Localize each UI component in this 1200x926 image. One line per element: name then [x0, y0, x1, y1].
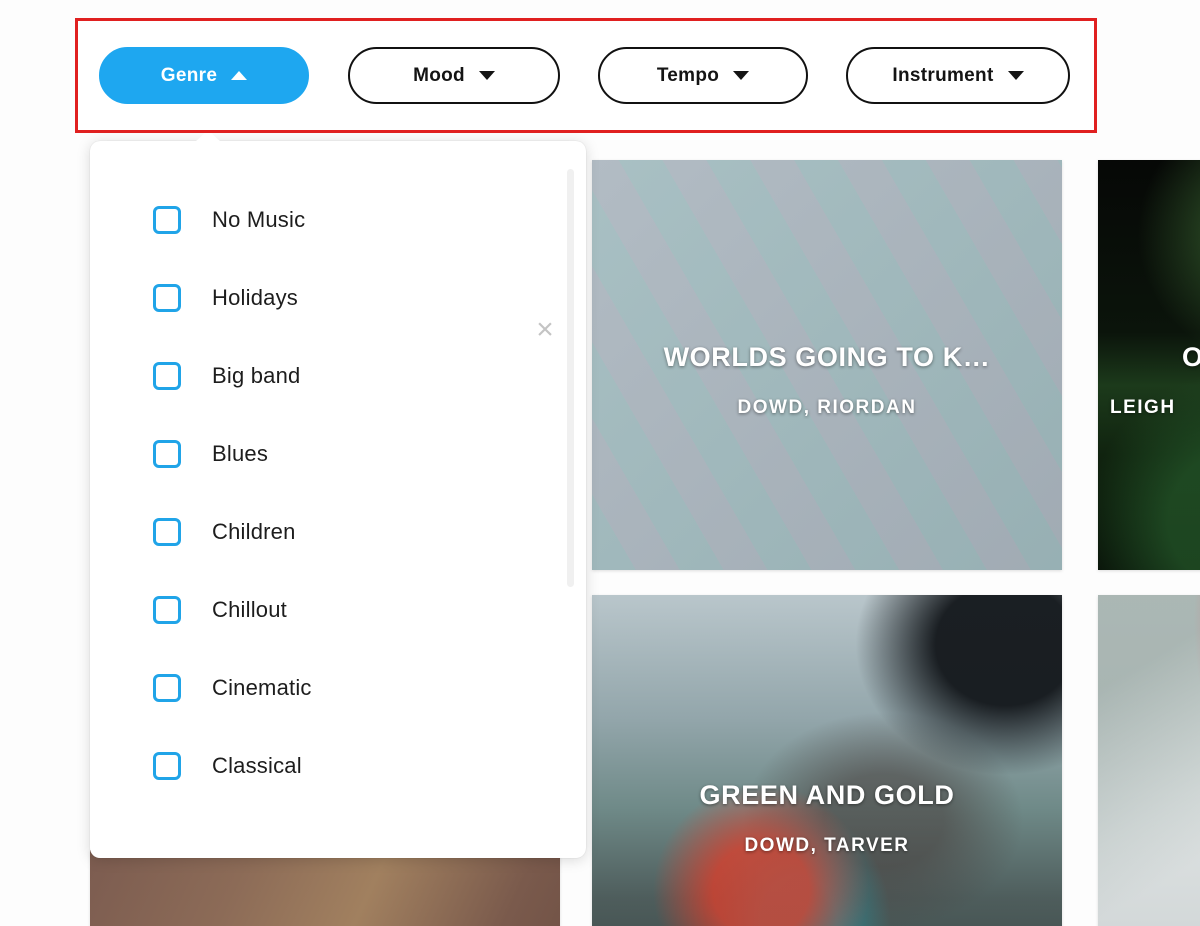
filter-button-label: Genre	[160, 64, 218, 86]
genre-option-classical[interactable]: Classical	[90, 727, 586, 805]
card-title: O	[1098, 342, 1200, 373]
option-label: Children	[212, 519, 296, 544]
checkbox-icon[interactable]	[153, 674, 181, 702]
filter-button-label: Tempo	[656, 64, 720, 86]
chevron-up-icon	[231, 71, 248, 80]
dropdown-scrollbar-thumb[interactable]	[567, 169, 574, 587]
card-caption: GREEN AND GOLD DOWD, TARVER	[592, 780, 1062, 857]
genre-option-no-music[interactable]: No Music	[90, 181, 586, 259]
genre-option-cinematic[interactable]: Cinematic	[90, 649, 586, 727]
option-label: Big band	[212, 363, 301, 388]
chevron-down-icon	[733, 71, 750, 80]
card-image	[90, 850, 560, 926]
checkbox-icon[interactable]	[153, 752, 181, 780]
filter-button-instrument[interactable]: Instrument	[846, 47, 1070, 104]
filter-bar: Genre Mood Tempo Instrument	[75, 18, 1097, 133]
genre-option-children[interactable]: Children	[90, 493, 586, 571]
option-label: No Music	[212, 207, 306, 232]
genre-option-chillout[interactable]: Chillout	[90, 571, 586, 649]
result-card[interactable]: GREEN AND GOLD DOWD, TARVER	[592, 595, 1062, 926]
card-artist: DOWD, RIORDAN	[737, 397, 917, 418]
checkbox-icon[interactable]	[153, 518, 181, 546]
filter-button-label: Instrument	[892, 64, 994, 86]
option-label: Blues	[212, 441, 269, 466]
dropdown-scrollbar[interactable]	[567, 163, 574, 840]
chevron-down-icon	[1007, 71, 1024, 80]
card-caption: WORLDS GOING TO K… DOWD, RIORDAN	[592, 342, 1062, 419]
checkbox-icon[interactable]	[153, 596, 181, 624]
option-label: Classical	[212, 753, 302, 778]
option-label: Cinematic	[212, 675, 312, 700]
checkbox-icon[interactable]	[153, 362, 181, 390]
card-title: WORLDS GOING TO K…	[663, 342, 991, 372]
card-artist: LEIGH	[1110, 397, 1176, 418]
result-card[interactable]: O LEIGH	[1098, 160, 1200, 570]
option-label: Chillout	[212, 597, 287, 622]
checkbox-icon[interactable]	[153, 440, 181, 468]
genre-option-holidays[interactable]: Holidays	[90, 259, 586, 337]
close-icon[interactable]: ×	[530, 315, 560, 345]
genre-dropdown-panel: × No Music Holidays Big band Blues Child…	[90, 130, 586, 858]
card-caption: O LEIGH	[1098, 342, 1200, 419]
genre-option-list: No Music Holidays Big band Blues Childre…	[90, 181, 586, 805]
app-screen: WORLDS GOING TO K… DOWD, RIORDAN O LEIGH…	[0, 0, 1200, 926]
result-card[interactable]	[1098, 595, 1200, 926]
filter-button-tempo[interactable]: Tempo	[598, 47, 808, 104]
result-card[interactable]	[90, 850, 560, 926]
filter-button-label: Mood	[413, 64, 465, 86]
checkbox-icon[interactable]	[153, 206, 181, 234]
card-image	[1098, 595, 1200, 926]
card-title: GREEN AND GOLD	[699, 780, 955, 810]
card-image	[592, 595, 1062, 926]
option-label: Holidays	[212, 285, 298, 310]
result-card[interactable]: WORLDS GOING TO K… DOWD, RIORDAN	[592, 160, 1062, 570]
card-artist: DOWD, TARVER	[744, 835, 910, 856]
filter-button-mood[interactable]: Mood	[348, 47, 560, 104]
filter-button-genre[interactable]: Genre	[99, 47, 309, 104]
genre-option-big-band[interactable]: Big band	[90, 337, 586, 415]
genre-option-blues[interactable]: Blues	[90, 415, 586, 493]
chevron-down-icon	[478, 71, 495, 80]
checkbox-icon[interactable]	[153, 284, 181, 312]
